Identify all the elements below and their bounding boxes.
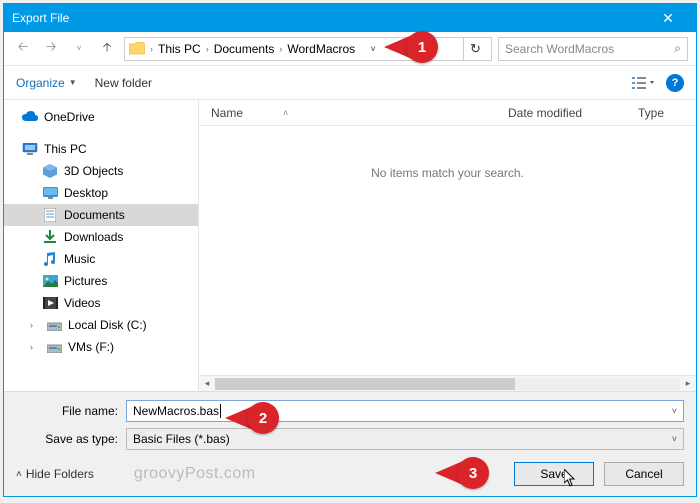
drive-icon: [46, 318, 62, 332]
callout-3: 3: [435, 457, 489, 489]
tree-downloads[interactable]: Downloads: [4, 226, 198, 248]
column-type[interactable]: Type: [626, 106, 696, 120]
refresh-button[interactable]: ↻: [463, 37, 487, 61]
sort-asc-icon: ˄: [283, 108, 288, 118]
toolbar: Organize ▼ New folder ?: [4, 66, 696, 100]
chevron-right-icon: ›: [150, 44, 153, 54]
bottom-panel: File name: NewMacros.bas ˅ Save as type:…: [4, 391, 696, 496]
filename-label: File name:: [16, 404, 126, 418]
search-input[interactable]: Search WordMacros ⌕: [498, 37, 688, 61]
saveastype-label: Save as type:: [16, 432, 126, 446]
cube-icon: [42, 164, 58, 178]
save-button[interactable]: Save: [514, 462, 594, 486]
music-icon: [42, 252, 58, 266]
watermark: groovyPost.com: [134, 465, 256, 483]
scroll-right-button[interactable]: ▸: [680, 378, 696, 389]
chevron-down-icon: ▼: [69, 78, 77, 87]
pictures-icon: [42, 274, 58, 288]
close-button[interactable]: ✕: [648, 10, 688, 27]
cloud-icon: [22, 110, 38, 124]
chevron-down-icon[interactable]: ˅: [672, 406, 677, 416]
column-headers[interactable]: Name ˄ Date modified Type: [199, 100, 696, 126]
chevron-right-icon: ›: [206, 44, 209, 54]
chevron-right-icon: ›: [279, 44, 282, 54]
tree-music[interactable]: Music: [4, 248, 198, 270]
navigation-tree[interactable]: OneDrive This PC 3D Objects Desktop Docu…: [4, 100, 199, 391]
back-button[interactable]: 🡠: [12, 38, 34, 60]
videos-icon: [42, 296, 58, 310]
refresh-dropdown[interactable]: ˅: [361, 37, 385, 61]
tree-thispc[interactable]: This PC: [4, 138, 198, 160]
callout-2: 2: [225, 402, 279, 434]
up-button[interactable]: 🡡: [96, 38, 118, 60]
organize-menu[interactable]: Organize ▼: [16, 76, 77, 90]
tree-documents[interactable]: Documents: [4, 204, 198, 226]
empty-message: No items match your search.: [199, 166, 696, 180]
forward-button: 🡢: [40, 38, 62, 60]
pc-icon: [22, 142, 38, 156]
filename-input[interactable]: NewMacros.bas ˅: [126, 400, 684, 422]
breadcrumb-documents[interactable]: Documents: [214, 42, 275, 56]
text-cursor: [220, 404, 221, 418]
expand-icon[interactable]: ›: [30, 342, 40, 352]
drive-icon: [46, 340, 62, 354]
search-placeholder: Search WordMacros: [505, 42, 614, 56]
tree-3dobjects[interactable]: 3D Objects: [4, 160, 198, 182]
download-icon: [42, 230, 58, 244]
expand-icon[interactable]: ›: [30, 320, 40, 330]
tree-vms[interactable]: › VMs (F:): [4, 336, 198, 358]
saveastype-select[interactable]: Basic Files (*.bas) ˅: [126, 428, 684, 450]
tree-desktop[interactable]: Desktop: [4, 182, 198, 204]
navigation-bar: 🡠 🡢 ˅ 🡡 › This PC › Documents › WordMacr…: [4, 32, 696, 66]
scroll-track[interactable]: [215, 378, 680, 390]
tree-localdisk[interactable]: › Local Disk (C:): [4, 314, 198, 336]
chevron-up-icon: ˄: [16, 469, 22, 480]
document-icon: [42, 208, 58, 222]
mouse-cursor-icon: [564, 469, 578, 487]
export-file-dialog: Export File ✕ 🡠 🡢 ˅ 🡡 › This PC › Docume…: [3, 3, 697, 497]
search-icon: ⌕: [674, 41, 681, 56]
chevron-down-icon[interactable]: ˅: [672, 434, 677, 444]
help-button[interactable]: ?: [666, 74, 684, 92]
horizontal-scrollbar[interactable]: ◂ ▸: [199, 375, 696, 391]
column-name[interactable]: Name ˄: [199, 106, 496, 120]
desktop-icon: [42, 186, 58, 200]
file-list-pane: Name ˄ Date modified Type No items match…: [199, 100, 696, 391]
scroll-left-button[interactable]: ◂: [199, 378, 215, 389]
folder-icon: [129, 42, 145, 56]
breadcrumb-wordmacros[interactable]: WordMacros: [287, 42, 355, 56]
scroll-thumb[interactable]: [215, 378, 515, 390]
titlebar: Export File ✕: [4, 4, 696, 32]
callout-1: 1: [384, 31, 438, 63]
hide-folders-button[interactable]: ˄ Hide Folders: [16, 467, 94, 481]
breadcrumb-thispc[interactable]: This PC: [158, 42, 201, 56]
tree-pictures[interactable]: Pictures: [4, 270, 198, 292]
column-date[interactable]: Date modified: [496, 106, 626, 120]
tree-onedrive[interactable]: OneDrive: [4, 106, 198, 128]
dialog-body: OneDrive This PC 3D Objects Desktop Docu…: [4, 100, 696, 391]
new-folder-button[interactable]: New folder: [95, 76, 152, 90]
recent-dropdown[interactable]: ˅: [68, 38, 90, 60]
view-options-button[interactable]: [630, 73, 656, 93]
window-title: Export File: [12, 11, 648, 25]
cancel-button[interactable]: Cancel: [604, 462, 684, 486]
tree-videos[interactable]: Videos: [4, 292, 198, 314]
